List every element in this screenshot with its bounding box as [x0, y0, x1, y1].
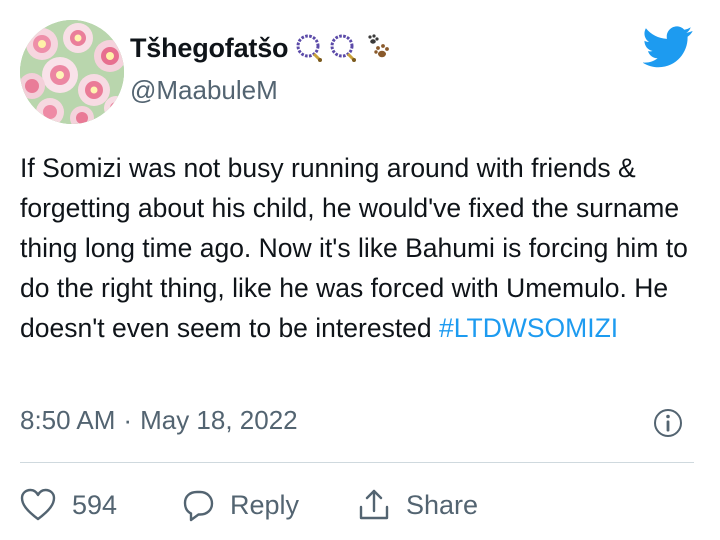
like-button[interactable]: 594: [20, 488, 180, 522]
reply-label[interactable]: Reply: [230, 490, 299, 521]
share-icon[interactable]: [356, 487, 392, 523]
timestamp[interactable]: 8:50 AM · May 18, 2022: [20, 400, 298, 440]
name-emojis: [294, 33, 392, 63]
prayer-beads-icon: [296, 34, 323, 62]
paw-prints-icon: [368, 34, 390, 58]
hashtag-link[interactable]: #LTDWSOMIZI: [439, 313, 618, 343]
info-icon[interactable]: [652, 407, 684, 439]
reply-button[interactable]: Reply: [180, 487, 356, 523]
divider: [20, 462, 694, 463]
avatar[interactable]: [20, 20, 124, 124]
share-label[interactable]: Share: [406, 490, 478, 521]
tweet-card: Tšhegofatšo @MaabuleM If Somizi was not …: [0, 0, 720, 540]
twitter-bird-icon[interactable]: [643, 26, 693, 68]
display-name[interactable]: Tšhegofatšo: [130, 33, 289, 64]
author-name-row[interactable]: Tšhegofatšo: [130, 31, 392, 65]
action-bar: 594 Reply Share: [20, 480, 478, 530]
tweet-time[interactable]: 8:50 AM: [20, 405, 115, 436]
share-button[interactable]: Share: [356, 487, 478, 523]
heart-icon[interactable]: [20, 488, 56, 522]
reply-bubble-icon[interactable]: [180, 487, 216, 523]
prayer-beads-icon: [330, 34, 357, 62]
tweet-text: If Somizi was not busy running around wi…: [20, 148, 710, 348]
timestamp-separator: ·: [123, 404, 133, 435]
like-count[interactable]: 594: [72, 490, 117, 521]
author-handle[interactable]: @MaabuleM: [130, 75, 278, 106]
tweet-date[interactable]: May 18, 2022: [140, 405, 298, 436]
